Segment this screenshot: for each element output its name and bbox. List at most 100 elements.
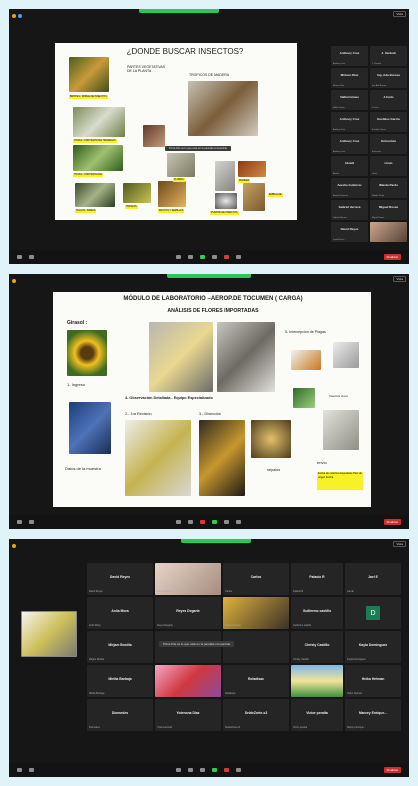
- label-flowers: FLORES: [173, 178, 185, 182]
- participant-tile[interactable]: Ing. Ada Burcea Ing. Ada Burcea: [370, 68, 407, 88]
- participant-tile[interactable]: J.Carlo J.Carlo: [370, 90, 407, 110]
- participant-tile[interactable]: Mirjam Bonilla Mirjam Bonilla: [87, 631, 153, 663]
- step5-label: 5- Intercepción de Plagas: [285, 330, 326, 334]
- participant-tile[interactable]: David Reyes David Reyes: [87, 563, 153, 595]
- participant-tile[interactable]: Victor peralta Victor peralta: [291, 699, 343, 731]
- record-icon[interactable]: [224, 255, 230, 259]
- security-icon[interactable]: [176, 520, 182, 524]
- meeting-controls: Finalizar: [9, 250, 409, 264]
- participant-video-tile[interactable]: [370, 222, 407, 242]
- shipping-label: envío: [317, 460, 327, 465]
- reactions-icon[interactable]: [236, 520, 242, 524]
- sharing-bar[interactable]: [181, 539, 251, 543]
- record-icon[interactable]: [224, 768, 230, 772]
- photo-leaf-scale: [73, 107, 125, 137]
- participants-icon[interactable]: [188, 520, 194, 524]
- participant-tile[interactable]: [223, 631, 289, 663]
- zoom-screenshot-2: Vista MÓDULO DE LABORATORIO –AEROP.DE TO…: [9, 274, 409, 529]
- photo-fungi: [123, 183, 151, 203]
- end-meeting-button[interactable]: Finalizar: [383, 519, 401, 525]
- participant-tile[interactable]: Anthony Cruz Anthony Cruz: [331, 134, 368, 154]
- photo-packaging: [243, 183, 265, 211]
- view-button[interactable]: Vista: [393, 541, 406, 547]
- photo-vial: [333, 342, 359, 368]
- security-icon[interactable]: [176, 255, 182, 259]
- participant-tile[interactable]: Jael E Jael E: [345, 563, 401, 595]
- participant-tile[interactable]: Anila Mora Anila Mora: [87, 597, 153, 629]
- participant-tile[interactable]: Vallini Ivimeo Vallini Ivimeo: [331, 90, 368, 110]
- share-screen-icon[interactable]: [212, 520, 218, 524]
- photo-dissection: [199, 420, 245, 496]
- reactions-icon[interactable]: [236, 768, 242, 772]
- camera-icon[interactable]: [29, 255, 34, 259]
- slide-subtitle: ANÁLISIS DE FLORES IMPORTADAS: [167, 308, 259, 314]
- participant-avatar: D: [366, 606, 380, 620]
- participant-tile[interactable]: Roladisac Roladisac: [223, 665, 289, 697]
- sharing-bar[interactable]: [139, 9, 219, 13]
- participant-tile[interactable]: [155, 631, 221, 663]
- share-screen-icon[interactable]: [200, 255, 206, 259]
- camera-icon[interactable]: [29, 768, 34, 772]
- participant-tile[interactable]: Yolenona Diaz Yolenona Diaz: [155, 699, 221, 731]
- camera-icon[interactable]: [29, 520, 34, 524]
- participant-tile[interactable]: Diomedes Diomedes: [87, 699, 153, 731]
- view-button[interactable]: Vista: [393, 11, 406, 17]
- participant-tile[interactable]: D: [345, 597, 401, 629]
- photo-sunflower: [67, 330, 107, 376]
- participant-tile[interactable]: Anthony Cruz Anthony Cruz: [331, 112, 368, 132]
- record-icon[interactable]: [200, 520, 206, 524]
- participant-tile[interactable]: Carlos Carlos: [223, 563, 289, 595]
- plant-parts-label: PARTES VEGETATIVAS DE LA PLANTA: [127, 65, 166, 73]
- participant-tile[interactable]: Kayla Dominguez Kayla Dominguez: [345, 631, 401, 663]
- participants-icon[interactable]: [188, 255, 194, 259]
- participant-tile[interactable]: Wanda Pardo Wanda Pardo: [370, 178, 407, 198]
- microphone-icon[interactable]: [17, 768, 22, 772]
- participant-video-tile[interactable]: [291, 665, 343, 697]
- participant-tile[interactable]: Mirtaco Diaz Mirtaco Diaz: [331, 68, 368, 88]
- participant-tile[interactable]: Aurelio Gutierrez Aurelio Gutierrez: [331, 178, 368, 198]
- participant-video-tile[interactable]: Reyes Degarte: [223, 597, 289, 629]
- zoom-status-icon: [12, 279, 16, 283]
- label-packaging: EMBALAJE: [268, 193, 283, 197]
- participant-tile[interactable]: Entrevista Entrevista: [370, 134, 407, 154]
- participant-tile[interactable]: David Reyes David Reyes: [331, 222, 368, 242]
- participant-tile[interactable]: J. Verdedi J. Verdedi: [370, 46, 407, 66]
- chat-icon[interactable]: [212, 255, 218, 259]
- participant-video-tile[interactable]: [155, 665, 221, 697]
- share-screen-icon[interactable]: [212, 768, 218, 772]
- reactions-icon[interactable]: [236, 255, 242, 259]
- microphone-icon[interactable]: [17, 255, 22, 259]
- participants-icon[interactable]: [188, 768, 194, 772]
- participant-tile[interactable]: Christy Castillo Christy Castillo: [291, 631, 343, 663]
- security-icon[interactable]: [176, 768, 182, 772]
- participant-tile[interactable]: Palacio R Palacio R: [291, 563, 343, 595]
- chat-icon[interactable]: [224, 520, 230, 524]
- microphone-icon[interactable]: [17, 520, 22, 524]
- label-buds: BROTES / ROBLE DE INSECTOS: [69, 95, 108, 99]
- chat-icon[interactable]: [200, 768, 206, 772]
- participant-tile[interactable]: Reyes Degarte Reyes Degarte: [155, 597, 221, 629]
- participant-tile[interactable]: Guillermo castillo Guillermo castillo: [291, 597, 343, 629]
- participant-tile[interactable]: Marcey Enrique... Marcey Enrique...: [345, 699, 401, 731]
- participant-tile[interactable]: SeideZorte-s3 SeideZorte-s3: [223, 699, 289, 731]
- girasol-label: Girasol :: [67, 320, 88, 326]
- view-button[interactable]: Vista: [393, 276, 406, 282]
- participant-tile[interactable]: Gabriel Herrera Gabriel Herrera: [331, 200, 368, 220]
- sharing-bar[interactable]: [167, 274, 251, 278]
- participant-video-tile[interactable]: Reyes Degarte: [155, 563, 221, 595]
- shared-slide-insects: ¿DONDE BUSCAR INSECTOS? PARTES VEGETATIV…: [55, 43, 297, 220]
- participant-tile[interactable]: Heiko Hetman Heiko Hetman: [345, 665, 401, 697]
- participant-tile[interactable]: Abrahi Abrahi: [331, 156, 368, 176]
- photo-buds: [69, 57, 109, 92]
- participant-tile[interactable]: Anthony Cruz Anthony Cruz: [331, 46, 368, 66]
- end-meeting-button[interactable]: Finalizar: [383, 767, 401, 773]
- end-meeting-button[interactable]: Finalizar: [383, 254, 401, 260]
- step2-label: 2.- 1ra Revisión: [125, 412, 152, 416]
- label-stems: TALLOS / RAMAS: [75, 209, 97, 213]
- live-insects-label: Insectos vivos: [329, 394, 348, 398]
- participant-tile[interactable]: Lhaio Lhaio: [370, 156, 407, 176]
- participant-tile[interactable]: Euclides Garcia Euclides Garcia: [370, 112, 407, 132]
- participant-tile[interactable]: Miguel Rosas Miguel Rosas: [370, 200, 407, 220]
- shared-screen-thumbnail[interactable]: [21, 611, 77, 657]
- participant-tile[interactable]: Mirtila Barbaja Mirtila Barbaja: [87, 665, 153, 697]
